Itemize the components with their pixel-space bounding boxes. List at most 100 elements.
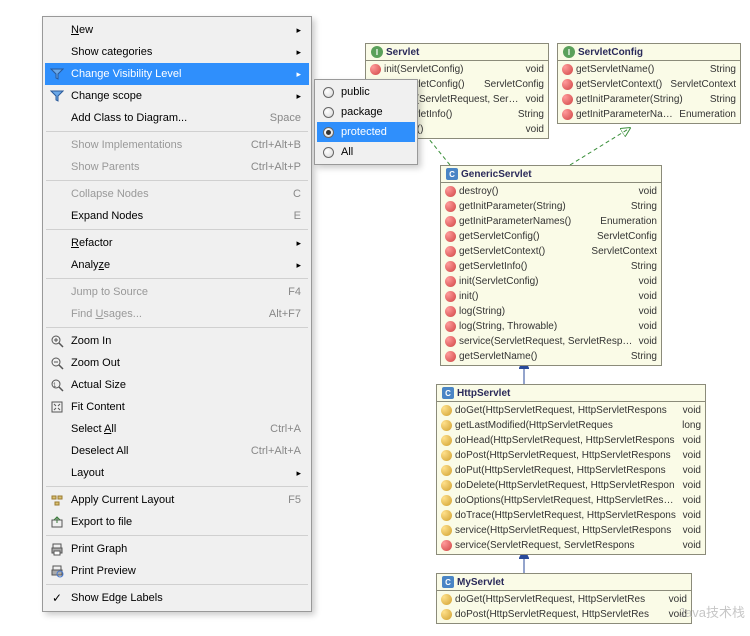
member-type: void — [683, 465, 701, 476]
menu-apply-layout[interactable]: Apply Current LayoutF5 — [45, 489, 309, 511]
class-member: doHead(HttpServletRequest, HttpServletRe… — [437, 433, 705, 448]
apply-layout-icon — [49, 492, 65, 508]
member-signature: doPut(HttpServletRequest, HttpServletRes… — [455, 465, 677, 476]
menu-show-parents[interactable]: Show ParentsCtrl+Alt+P — [45, 156, 309, 178]
visibility-submenu: public package protected All — [314, 79, 418, 165]
class-body: destroy()voidgetInitParameter(String)Str… — [441, 183, 661, 365]
class-http-servlet[interactable]: CHttpServlet doGet(HttpServletRequest, H… — [436, 384, 706, 555]
member-signature: doGet(HttpServletRequest, HttpServletRes — [455, 594, 663, 605]
menu-new[interactable]: NNewew▸ — [45, 19, 309, 41]
print-icon — [49, 541, 65, 557]
menu-deselect-all[interactable]: Deselect AllCtrl+Alt+A — [45, 440, 309, 462]
menu-analyze[interactable]: Analyze▸ — [45, 254, 309, 276]
fit-content-icon — [49, 399, 65, 415]
zoom-out-icon — [49, 355, 65, 371]
member-type: void — [683, 450, 701, 461]
submenu-arrow-icon: ▸ — [296, 260, 301, 271]
method-icon — [441, 540, 452, 551]
method-icon — [445, 216, 456, 227]
method-icon — [370, 64, 381, 75]
member-signature: init(ServletConfig) — [384, 64, 520, 75]
member-signature: service(HttpServletRequest, HttpServletR… — [455, 525, 677, 536]
radio-package[interactable]: package — [317, 102, 415, 122]
menu-expand-nodes[interactable]: Expand NodesE — [45, 205, 309, 227]
radio-icon — [323, 107, 334, 118]
member-signature: getLastModified(HttpServletReques — [455, 420, 676, 431]
menu-change-visibility[interactable]: Change Visibility Level▸ — [45, 63, 309, 85]
class-servlet-config[interactable]: IServletConfig getServletName()Stringget… — [557, 43, 741, 124]
member-type: void — [639, 321, 657, 332]
menu-zoom-out[interactable]: Zoom Out — [45, 352, 309, 374]
menu-separator — [46, 327, 308, 328]
member-signature: getInitParameterNames() — [459, 216, 594, 227]
member-signature: doDelete(HttpServletRequest, HttpServlet… — [455, 480, 677, 491]
method-icon — [441, 465, 452, 476]
menu-separator — [46, 131, 308, 132]
class-member: init(ServletConfig) void — [441, 274, 661, 289]
class-member: doPut(HttpServletRequest, HttpServletRes… — [437, 463, 705, 478]
menu-print-graph[interactable]: Print Graph — [45, 538, 309, 560]
radio-all[interactable]: All — [317, 142, 415, 162]
menu-zoom-in[interactable]: Zoom In — [45, 330, 309, 352]
menu-show-edge-labels[interactable]: ✓Show Edge Labels — [45, 587, 309, 609]
class-member: doGet(HttpServletRequest, HttpServletRes… — [437, 592, 691, 607]
menu-separator — [46, 278, 308, 279]
member-type: void — [639, 276, 657, 287]
member-signature: init(ServletConfig) — [459, 276, 633, 287]
menu-actual-size[interactable]: 1Actual Size — [45, 374, 309, 396]
method-icon — [562, 109, 573, 120]
menu-show-categories[interactable]: Show categories▸ — [45, 41, 309, 63]
member-signature: doOptions(HttpServletRequest, HttpServle… — [455, 495, 677, 506]
export-icon — [49, 514, 65, 530]
menu-change-scope[interactable]: Change scope▸ — [45, 85, 309, 107]
method-icon — [445, 291, 456, 302]
funnel-icon — [49, 88, 65, 104]
submenu-arrow-icon: ▸ — [296, 468, 301, 479]
class-member: getInitParameterNames()Enumeration — [441, 214, 661, 229]
member-type: void — [669, 594, 687, 605]
class-member: init()void — [441, 289, 661, 304]
member-type: String — [518, 109, 544, 120]
menu-fit-content[interactable]: Fit Content — [45, 396, 309, 418]
class-member: getServletName()String — [441, 349, 661, 364]
submenu-arrow-icon: ▸ — [296, 238, 301, 249]
member-signature: getInitParameterNames() — [576, 109, 673, 120]
member-type: void — [639, 336, 657, 347]
class-member: doPost(HttpServletRequest, HttpServletRe… — [437, 607, 691, 622]
member-signature: doGet(HttpServletRequest, HttpServletRes… — [455, 405, 677, 416]
menu-jump-to-source[interactable]: Jump to SourceF4 — [45, 281, 309, 303]
print-preview-icon — [49, 563, 65, 579]
member-signature: getInitParameter(String) — [459, 201, 625, 212]
menu-find-usages[interactable]: Find Usages...Alt+F7 — [45, 303, 309, 325]
class-member: log(String, Throwable)void — [441, 319, 661, 334]
shortcut: Ctrl+Alt+A — [251, 445, 301, 457]
menu-collapse-nodes[interactable]: Collapse NodesC — [45, 183, 309, 205]
menu-refactor[interactable]: Refactor▸ — [45, 232, 309, 254]
member-type: void — [639, 306, 657, 317]
member-type: long — [682, 420, 701, 431]
menu-export[interactable]: Export to file — [45, 511, 309, 533]
class-member: service(ServletRequest, ServletResponsvo… — [437, 538, 705, 553]
menu-add-class[interactable]: Add Class to Diagram...Space — [45, 107, 309, 129]
shortcut: Ctrl+Alt+B — [251, 139, 301, 151]
method-icon — [441, 435, 452, 446]
menu-show-implementations[interactable]: Show ImplementationsCtrl+Alt+B — [45, 134, 309, 156]
method-icon — [441, 450, 452, 461]
radio-protected[interactable]: protected — [317, 122, 415, 142]
member-type: ServletContext — [670, 79, 736, 90]
radio-public[interactable]: public — [317, 82, 415, 102]
class-generic-servlet[interactable]: CGenericServlet destroy()voidgetInitPara… — [440, 165, 662, 366]
method-icon — [445, 321, 456, 332]
menu-layout[interactable]: Layout▸ — [45, 462, 309, 484]
method-icon — [562, 79, 573, 90]
method-icon — [445, 306, 456, 317]
class-my-servlet[interactable]: CMyServlet doGet(HttpServletRequest, Htt… — [436, 573, 692, 624]
method-icon — [445, 351, 456, 362]
menu-print-preview[interactable]: Print Preview — [45, 560, 309, 582]
member-signature: service(ServletRequest, ServletRespons — [459, 336, 633, 347]
member-type: void — [526, 94, 544, 105]
member-signature: getServletName() — [459, 351, 625, 362]
method-icon — [441, 609, 452, 620]
menu-select-all[interactable]: Select AllCtrl+A — [45, 418, 309, 440]
shortcut: F4 — [288, 286, 301, 298]
